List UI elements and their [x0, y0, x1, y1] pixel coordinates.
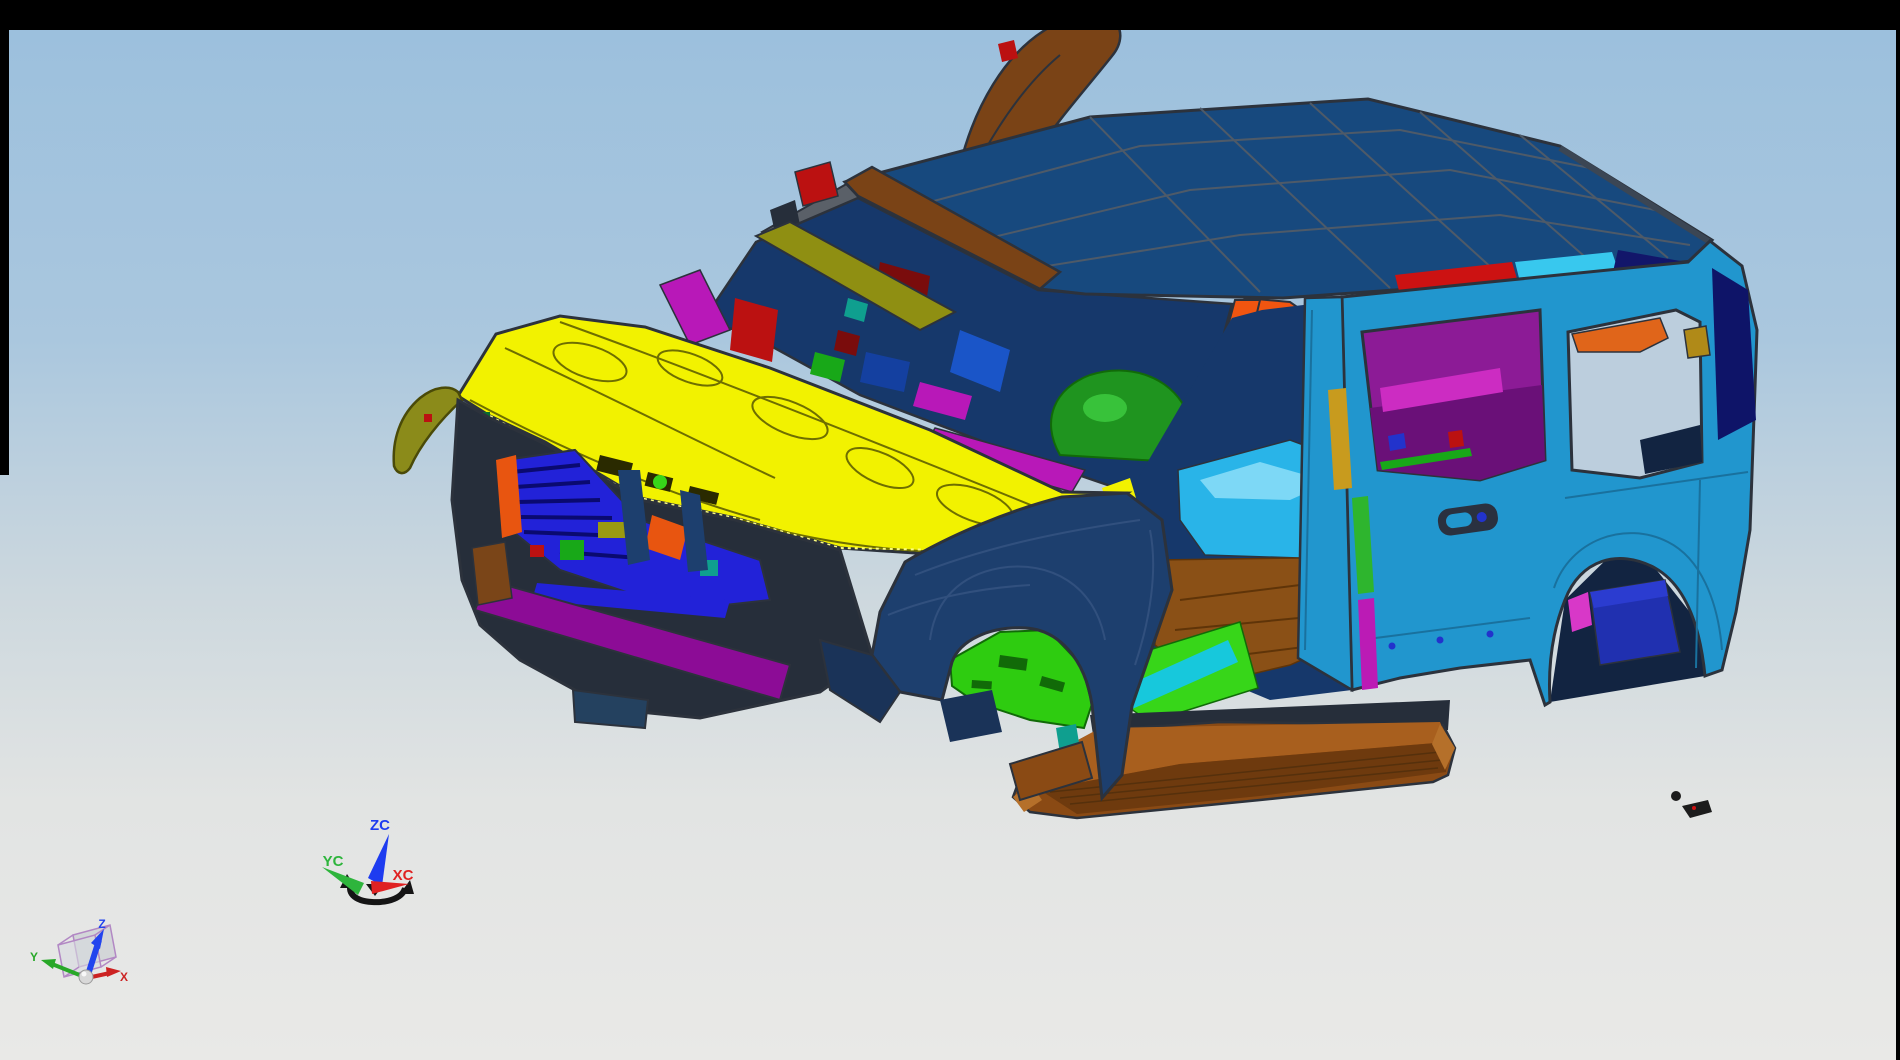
trim-red-bit[interactable]: [1448, 430, 1464, 448]
cad-application-window: ZC YC XC: [0, 0, 1900, 1060]
left-quarter-trim-magenta[interactable]: [660, 270, 730, 345]
quarter-window-olive-tab[interactable]: [1684, 326, 1710, 358]
debris-dot[interactable]: [1671, 791, 1681, 801]
abs-x-label: X: [120, 970, 128, 984]
model-canvas[interactable]: ZC YC XC: [0, 30, 1900, 1060]
wcs-triad[interactable]: ZC YC XC: [322, 817, 414, 902]
dash-hump-highlight: [1083, 394, 1127, 422]
front-green-bit[interactable]: [560, 540, 584, 560]
window-left-edge: [0, 30, 9, 475]
debris-slab[interactable]: [1682, 800, 1712, 818]
fender-tip-olive[interactable]: [394, 388, 462, 473]
absolute-triad[interactable]: Z Y X: [30, 917, 128, 984]
abs-z-label: Z: [98, 917, 105, 931]
wcs-x-label: XC: [393, 867, 414, 884]
abs-sphere-highlight: [82, 972, 87, 977]
wcs-z-label: ZC: [370, 817, 390, 834]
front-lime-dot: [653, 475, 667, 489]
abs-origin-sphere[interactable]: [79, 970, 93, 984]
front-brown-piece[interactable]: [472, 542, 512, 605]
wcs-y-label: YC: [323, 853, 344, 870]
horn-red-bracket[interactable]: [998, 40, 1018, 62]
abs-y-label: Y: [30, 950, 38, 964]
abs-y-head[interactable]: [41, 959, 56, 969]
graphics-viewport[interactable]: ZC YC XC: [0, 30, 1900, 1060]
debris-red-dot: [1692, 806, 1696, 810]
wcs-y-axis-cone[interactable]: [322, 867, 364, 895]
front-olive-bit[interactable]: [598, 522, 628, 538]
window-top-bar: [0, 0, 1900, 30]
trim-blue-bit[interactable]: [1388, 433, 1406, 451]
wcs-z-axis-cone[interactable]: [368, 834, 389, 886]
tip-red-dot: [424, 414, 432, 422]
window-right-edge: [1896, 30, 1900, 1060]
front-red-bit[interactable]: [530, 545, 544, 557]
fender-lower-dark[interactable]: [940, 690, 1002, 742]
floating-debris-parts[interactable]: [1671, 791, 1712, 818]
abs-x-head[interactable]: [106, 967, 121, 977]
